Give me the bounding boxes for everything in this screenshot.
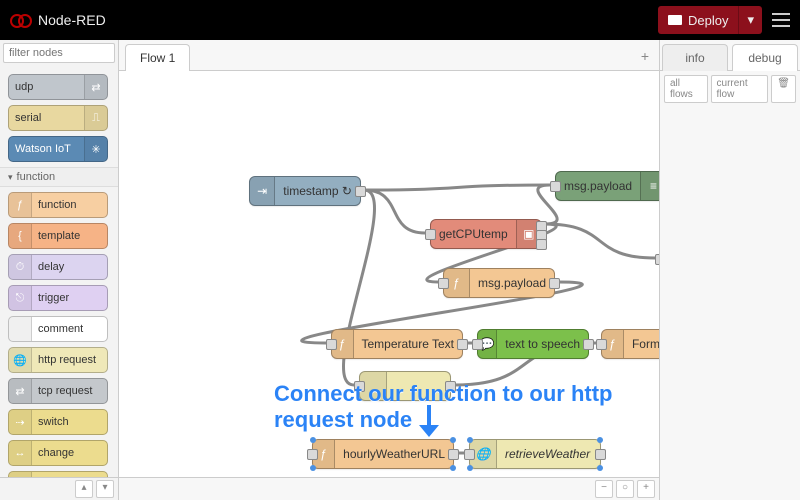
output-port[interactable] <box>549 278 560 289</box>
node-label: hourlyWeatherURL <box>335 447 453 461</box>
node-label: timestamp ↻ <box>275 184 360 198</box>
output-port-3[interactable] <box>536 239 547 250</box>
search-input[interactable] <box>3 43 115 63</box>
app-title: Node-RED <box>38 12 106 28</box>
palette-node-range[interactable]: ↕range <box>8 471 108 477</box>
palette-category-function[interactable]: ▾function <box>0 167 118 187</box>
workspace: Flow 1 + ⇥timestamp ↻msg.payload≡getCPUt… <box>119 40 659 500</box>
palette-node-function[interactable]: ƒfunction <box>8 192 108 218</box>
flow-node-http[interactable]: 🌐retrieveWeather <box>469 439 601 469</box>
flow-node-func3[interactable]: ƒFormat Speech <box>601 329 659 359</box>
input-port[interactable] <box>464 449 475 460</box>
debug-all-flows-button[interactable]: all flows <box>664 75 708 103</box>
palette-collapse-button[interactable]: ▴ <box>75 480 93 498</box>
output-port[interactable] <box>595 449 606 460</box>
input-port[interactable] <box>596 339 607 350</box>
menu-button[interactable] <box>772 13 790 27</box>
zoom-out-button[interactable]: − <box>595 480 613 498</box>
palette-node-serial[interactable]: serial⎍ <box>8 105 108 131</box>
palette-node-switch[interactable]: ⇢switch <box>8 409 108 435</box>
debug-current-flow-button[interactable]: current flow <box>711 75 769 103</box>
palette-node-delay[interactable]: ⏱delay <box>8 254 108 280</box>
output-port[interactable] <box>448 449 459 460</box>
zoom-reset-button[interactable]: ○ <box>616 480 634 498</box>
sidebar: info debug all flows current flow 🗑 <box>659 40 800 500</box>
node-label: getCPUtemp <box>431 227 516 241</box>
debug-clear-button[interactable]: 🗑 <box>771 75 796 103</box>
palette-node-comment[interactable]: comment <box>8 316 108 342</box>
node-icon: ≡ <box>640 172 659 200</box>
flow-tab[interactable]: Flow 1 <box>125 44 190 71</box>
palette-node-udp[interactable]: udp⇄ <box>8 74 108 100</box>
output-port[interactable] <box>583 339 594 350</box>
workspace-footer: − ○ + <box>119 477 659 500</box>
input-port[interactable] <box>307 449 318 460</box>
sidebar-tab-info[interactable]: info <box>662 44 728 71</box>
palette-node-watson-iot[interactable]: Watson IoT✳ <box>8 136 108 162</box>
annotation-arrow-icon <box>409 403 449 443</box>
palette-node-trigger[interactable]: ⎋trigger <box>8 285 108 311</box>
input-port[interactable] <box>655 254 659 265</box>
annotation-text: Connect our function to our http request… <box>274 381 659 433</box>
palette-node-tcp-request[interactable]: ⇄tcp request <box>8 378 108 404</box>
sidebar-tab-debug[interactable]: debug <box>732 44 798 71</box>
flow-node-func2[interactable]: ƒTemperature Text <box>331 329 463 359</box>
output-port[interactable] <box>457 339 468 350</box>
palette-expand-button[interactable]: ▾ <box>96 480 114 498</box>
palette-footer: ▴ ▾ <box>0 477 118 500</box>
node-label: msg.payload <box>556 179 640 193</box>
palette-node-http-request[interactable]: 🌐http request <box>8 347 108 373</box>
flow-node-tts[interactable]: 💬text to speech <box>477 329 589 359</box>
deploy-icon <box>668 15 682 25</box>
app-header: Node-RED Deploy ▾ <box>0 0 800 40</box>
app-logo: Node-RED <box>10 12 106 28</box>
debug-toolbar: all flows current flow 🗑 <box>660 71 800 107</box>
palette-node-change[interactable]: ↔change <box>8 440 108 466</box>
node-label: Temperature Text <box>354 337 463 351</box>
palette-search <box>0 40 118 66</box>
node-label: text to speech <box>497 337 588 351</box>
output-port[interactable] <box>355 186 366 197</box>
palette: udp⇄ serial⎍ Watson IoT✳ ▾function ƒfunction… <box>0 40 119 500</box>
input-port[interactable] <box>472 339 483 350</box>
input-port[interactable] <box>425 229 436 240</box>
sidebar-tabs: info debug <box>660 40 800 71</box>
flow-node-func4[interactable]: ƒhourlyWeatherURL <box>312 439 454 469</box>
flow-node-exec[interactable]: getCPUtemp▣ <box>430 219 542 249</box>
node-label: msg.payload <box>470 276 554 290</box>
node-icon: ⇥ <box>250 177 275 205</box>
zoom-in-button[interactable]: + <box>637 480 655 498</box>
deploy-label: Deploy <box>688 13 728 28</box>
flow-node-func1[interactable]: ƒmsg.payload <box>443 268 555 298</box>
deploy-caret[interactable]: ▾ <box>738 6 762 34</box>
node-label: Format Speech <box>624 337 659 351</box>
deploy-button[interactable]: Deploy ▾ <box>658 6 762 34</box>
input-port[interactable] <box>326 339 337 350</box>
add-tab-button[interactable]: + <box>631 42 659 70</box>
input-port[interactable] <box>550 181 561 192</box>
workspace-tabs: Flow 1 + <box>119 40 659 71</box>
logo-icon <box>10 14 32 26</box>
flow-node-timestamp[interactable]: ⇥timestamp ↻ <box>249 176 361 206</box>
input-port[interactable] <box>438 278 449 289</box>
flow-canvas[interactable]: ⇥timestamp ↻msg.payload≡getCPUtemp▣event… <box>119 71 659 477</box>
node-label: retrieveWeather <box>497 447 598 461</box>
flow-node-debug[interactable]: msg.payload≡ <box>555 171 659 201</box>
palette-node-template[interactable]: {template <box>8 223 108 249</box>
